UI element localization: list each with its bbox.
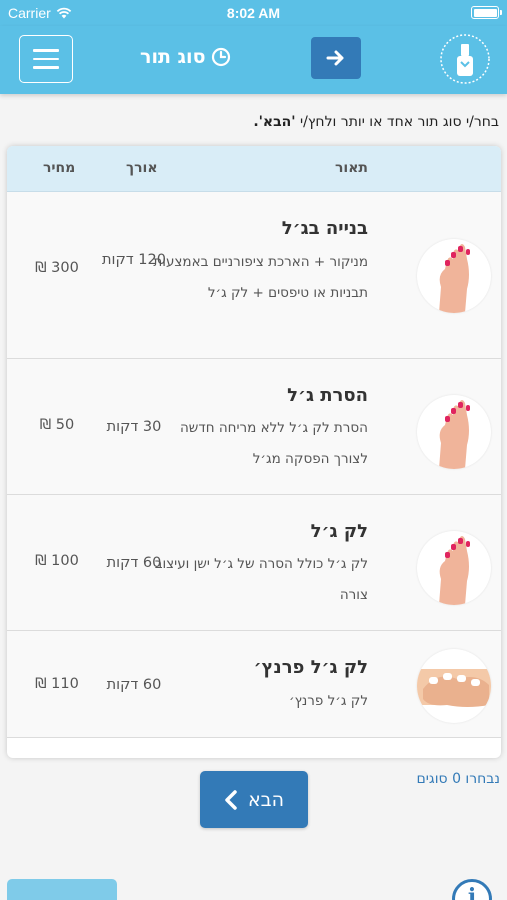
services-table: תאור אורך מחיר בנייה בג׳ל מניקור + הארכת…	[7, 146, 501, 758]
clock-icon	[212, 47, 231, 67]
hand-pink-nails-image	[417, 239, 491, 313]
instruction-highlight: 'הבא'.	[253, 114, 296, 130]
service-description: מניקור + הארכת ציפורניים באמצעות תבניות …	[153, 254, 368, 301]
service-name: לק ג׳ל פרנץ׳	[253, 657, 368, 678]
arrow-right-icon	[326, 50, 344, 66]
service-name: בנייה בג׳ל	[281, 218, 368, 239]
hamburger-line	[33, 66, 59, 69]
service-description: הסרת לק ג׳ל ללא מריחה חדשה לצורך הפסקה מ…	[179, 420, 368, 467]
service-duration: 30 דקות	[106, 419, 162, 435]
menu-button[interactable]	[19, 35, 73, 83]
service-price: 300 ₪	[35, 260, 79, 276]
hand-pink-nails-image	[417, 531, 491, 605]
hamburger-line	[33, 57, 59, 61]
forward-arrow-button[interactable]	[311, 37, 361, 79]
service-row-gel-french[interactable]: לק ג׳ל פרנץ׳ לק ג׳ל פרנץ׳ 60 דקות 110 ₪	[7, 631, 501, 738]
service-duration: 60 דקות	[106, 555, 162, 571]
hamburger-line	[33, 49, 59, 52]
table-header: תאור אורך מחיר	[7, 146, 501, 192]
service-price: 100 ₪	[35, 553, 79, 569]
instruction-text: בחר/י סוג תור אחד או יותר ולחץ/י 'הבא'.	[253, 114, 499, 130]
hand-pink-nails-image	[417, 395, 491, 469]
service-name: הסרת ג׳ל	[287, 385, 368, 406]
status-time: 8:02 AM	[226, 5, 281, 21]
service-name: לק ג׳ל	[310, 521, 368, 542]
salon-logo-icon	[440, 34, 490, 84]
service-duration: 60 דקות	[106, 677, 162, 693]
next-button-label: הבא	[247, 788, 285, 811]
chevron-left-icon	[225, 789, 237, 810]
page-title: סוג תור	[140, 46, 231, 68]
selected-count: נבחרו 0 סוגים	[416, 771, 500, 787]
next-button[interactable]: הבא	[200, 771, 308, 828]
service-description: לק ג׳ל פרנץ׳	[288, 693, 368, 709]
service-row-gel-removal[interactable]: הסרת ג׳ל הסרת לק ג׳ל ללא מריחה חדשה לצור…	[7, 359, 501, 495]
bottom-button[interactable]	[7, 879, 117, 900]
header-description: תאור	[335, 160, 368, 176]
top-navbar: סוג תור	[0, 26, 507, 94]
header-price: מחיר	[43, 160, 76, 176]
page-title-text: סוג תור	[140, 46, 206, 68]
service-row-gel-polish[interactable]: לק ג׳ל לק ג׳ל כולל הסרה של ג׳ל ישן ועיצו…	[7, 495, 501, 631]
status-bar: Carrier 8:02 AM	[0, 0, 507, 26]
service-description: לק ג׳ל כולל הסרה של ג׳ל ישן ועיצוב צורה	[154, 556, 368, 603]
instruction-main: בחר/י סוג תור אחד או יותר ולחץ/י	[295, 114, 499, 130]
service-price: 50 ₪	[39, 417, 75, 433]
hand-french-nails-image	[417, 649, 491, 723]
service-row-gel-build[interactable]: בנייה בג׳ל מניקור + הארכת ציפורניים באמצ…	[7, 192, 501, 359]
service-duration: 120 דקות	[102, 252, 166, 268]
service-price: 110 ₪	[35, 676, 79, 692]
header-duration: אורך	[126, 160, 158, 176]
battery-icon	[471, 6, 502, 19]
info-icon[interactable]	[452, 879, 492, 900]
